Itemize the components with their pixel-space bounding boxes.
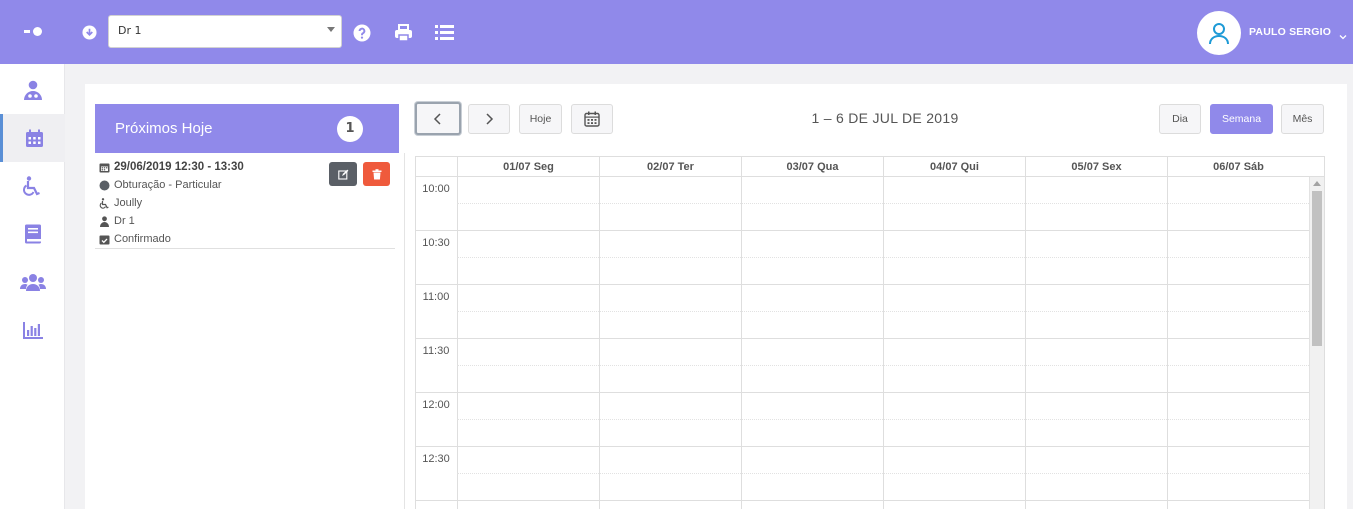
scrollbar-thumb[interactable] bbox=[1312, 191, 1322, 346]
chevron-right-icon bbox=[486, 113, 494, 125]
grid-line bbox=[457, 473, 1309, 474]
grid-line bbox=[416, 338, 1309, 339]
circle-icon bbox=[99, 180, 110, 190]
sidebar-item-reports[interactable] bbox=[0, 306, 65, 354]
appointment-status: Confirmado bbox=[114, 233, 171, 245]
download-icon[interactable] bbox=[81, 24, 97, 40]
scroll-up-icon[interactable] bbox=[1313, 181, 1321, 186]
time-label: 11:30 bbox=[422, 345, 450, 357]
time-label: 10:00 bbox=[422, 183, 450, 195]
grid-line bbox=[457, 177, 458, 509]
top-bar: Dr 1 PAULO SERGIO bbox=[0, 0, 1353, 64]
edit-appointment-button[interactable] bbox=[329, 162, 357, 186]
time-label: 11:00 bbox=[422, 291, 450, 303]
day-header[interactable]: 05/07 Sex bbox=[1025, 157, 1167, 177]
sidebar-item-patients[interactable] bbox=[0, 162, 65, 210]
edit-icon bbox=[337, 169, 348, 180]
day-header[interactable]: 01/07 Seg bbox=[457, 157, 599, 177]
next-button[interactable] bbox=[468, 104, 510, 134]
date-picker-button[interactable] bbox=[571, 104, 613, 134]
user-icon bbox=[1209, 23, 1229, 45]
appointment-item[interactable]: 29/06/2019 12:30 - 13:30 Obturação - Par… bbox=[95, 158, 395, 249]
user-name[interactable]: PAULO SERGIO bbox=[1249, 26, 1331, 38]
logo-icon[interactable] bbox=[24, 25, 44, 39]
calendar-icon bbox=[25, 129, 43, 147]
grid-line bbox=[457, 419, 1309, 420]
appointment-doctor: Dr 1 bbox=[114, 215, 135, 227]
upcoming-panel-header: Próximos Hoje 1 bbox=[95, 104, 399, 153]
grid-line bbox=[457, 203, 1309, 204]
day-header[interactable]: 04/07 Qui bbox=[883, 157, 1025, 177]
sidebar-item-doctors[interactable] bbox=[0, 66, 65, 114]
wheelchair-icon bbox=[99, 197, 109, 209]
day-header[interactable]: 03/07 Qua bbox=[741, 157, 883, 177]
appointment-procedure: Obturação - Particular bbox=[114, 179, 222, 191]
day-header[interactable]: 02/07 Ter bbox=[599, 157, 741, 177]
grid-line bbox=[457, 311, 1309, 312]
grid-line bbox=[416, 230, 1309, 231]
users-icon bbox=[19, 274, 46, 291]
grid-line bbox=[416, 446, 1309, 447]
bar-chart-icon bbox=[22, 321, 43, 339]
book-icon bbox=[24, 224, 41, 244]
doctor-select-value: Dr 1 bbox=[118, 24, 142, 37]
sidebar bbox=[0, 64, 65, 509]
view-week-button[interactable]: Semana bbox=[1210, 104, 1273, 134]
sidebar-item-users[interactable] bbox=[0, 258, 65, 306]
sidebar-item-records[interactable] bbox=[0, 210, 65, 258]
wheelchair-icon bbox=[23, 175, 40, 196]
chevron-left-icon bbox=[433, 112, 441, 125]
trash-icon bbox=[372, 168, 381, 179]
sidebar-item-calendar[interactable] bbox=[0, 114, 65, 162]
print-icon[interactable] bbox=[393, 23, 413, 42]
grid-line bbox=[457, 365, 1309, 366]
time-label: 12:00 bbox=[422, 399, 450, 411]
upcoming-title: Próximos Hoje bbox=[115, 120, 213, 137]
calendar-range-title: 1 – 6 DE JUL DE 2019 bbox=[811, 110, 959, 126]
upcoming-count-badge: 1 bbox=[337, 116, 363, 142]
calendar-icon bbox=[584, 111, 600, 127]
calendar-icon bbox=[99, 163, 110, 172]
today-button[interactable]: Hoje bbox=[519, 104, 562, 134]
view-month-button[interactable]: Mês bbox=[1281, 104, 1324, 134]
chevron-down-icon[interactable] bbox=[1339, 26, 1347, 45]
avatar[interactable] bbox=[1197, 11, 1241, 55]
delete-appointment-button[interactable] bbox=[363, 162, 390, 186]
grid-line bbox=[883, 177, 884, 509]
grid-line bbox=[741, 177, 742, 509]
view-day-button[interactable]: Dia bbox=[1159, 104, 1201, 134]
calendar-check-icon bbox=[99, 235, 110, 244]
help-icon[interactable] bbox=[352, 23, 371, 42]
calendar-scrollbar[interactable] bbox=[1309, 177, 1324, 509]
calendar-day-headers: 01/07 Seg 02/07 Ter 03/07 Qua 04/07 Qui … bbox=[416, 157, 1324, 177]
grid-line bbox=[599, 177, 600, 509]
appointment-datetime: 29/06/2019 12:30 - 13:30 bbox=[114, 161, 244, 173]
grid-line bbox=[1167, 177, 1168, 509]
time-label: 10:30 bbox=[422, 237, 450, 249]
day-header[interactable]: 06/07 Sáb bbox=[1167, 157, 1309, 177]
user-md-icon bbox=[23, 80, 42, 100]
grid-line bbox=[416, 392, 1309, 393]
user-md-icon bbox=[100, 215, 109, 227]
grid-line bbox=[416, 284, 1309, 285]
grid-line bbox=[1025, 177, 1026, 509]
chevron-down-icon bbox=[327, 27, 335, 32]
list-icon[interactable] bbox=[434, 24, 454, 41]
grid-line bbox=[457, 257, 1309, 258]
grid-line bbox=[416, 500, 1309, 501]
panel-divider bbox=[404, 153, 405, 509]
appointment-patient: Joully bbox=[114, 197, 143, 209]
doctor-select[interactable]: Dr 1 bbox=[108, 15, 342, 48]
prev-button[interactable] bbox=[415, 102, 461, 135]
time-label: 12:30 bbox=[422, 453, 450, 465]
week-calendar-grid: 01/07 Seg 02/07 Ter 03/07 Qua 04/07 Qui … bbox=[415, 156, 1325, 509]
